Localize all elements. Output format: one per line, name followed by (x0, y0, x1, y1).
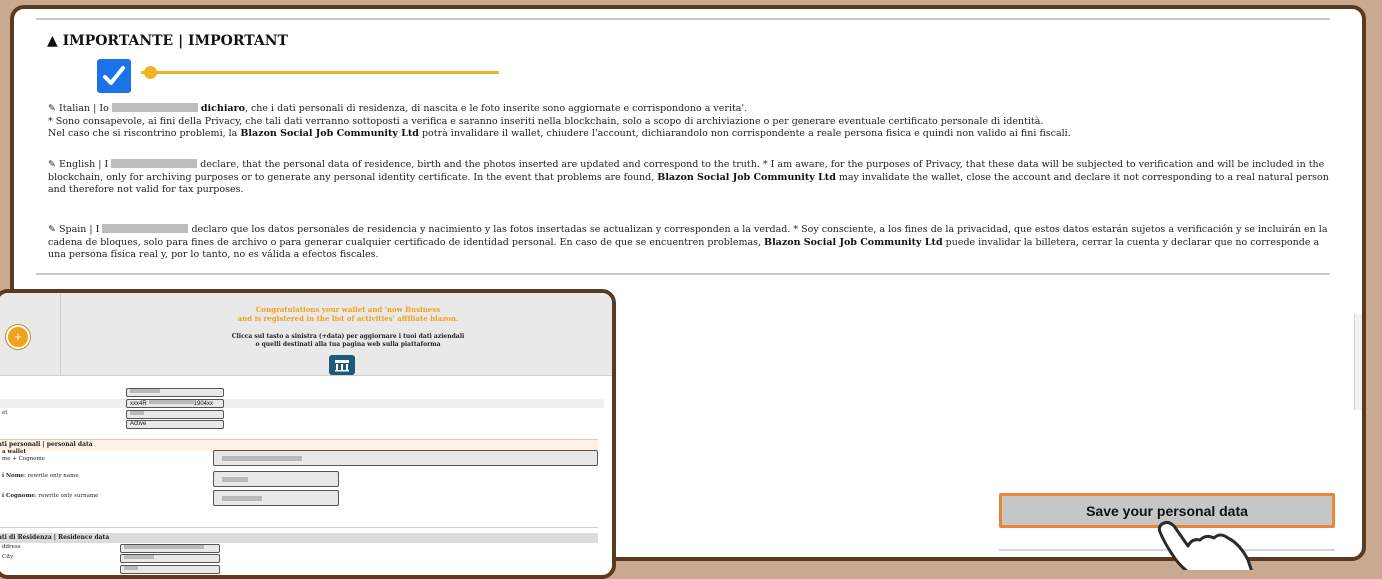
business-wallet-inset: + Congratulations your wallet and 'now B… (0, 289, 616, 579)
wallet-header: + Congratulations your wallet and 'now B… (0, 293, 612, 376)
row-stripe (0, 399, 604, 408)
status-field[interactable]: Active (126, 420, 224, 429)
cognome-label: i Cognome: rewrite only surname (2, 493, 99, 499)
english-declaration: ✎ English | I declare, that the personal… (48, 159, 1329, 196)
city-label: City (2, 554, 14, 560)
highlight-connector-dot (144, 66, 157, 79)
name-surname-label: me + Cognome (2, 456, 45, 462)
redacted-name (111, 159, 198, 168)
hand-pointer-icon: ✎ (48, 224, 56, 235)
bottom-divider (36, 273, 1330, 275)
wallet-type-field[interactable] (126, 410, 224, 419)
warning-icon: ▲ (47, 33, 58, 49)
highlight-connector-line (141, 71, 499, 74)
scrollbar[interactable] (1354, 314, 1362, 410)
checkmark-icon (103, 66, 125, 85)
address-label: ddress (2, 544, 21, 550)
personal-data-section: ati personali | personal data (0, 439, 598, 450)
congratulations-message: Congratulations your wallet and 'now Bus… (237, 305, 459, 323)
city-field[interactable] (120, 554, 220, 563)
important-title: ▲ IMPORTANTE | IMPORTANT (47, 33, 288, 49)
wallet-id-field[interactable]: xxx4R 1904xx (126, 399, 224, 408)
update-instructions: Clicca sul tasto a sinistra (+data) per … (231, 333, 465, 348)
storefront-icon (335, 360, 349, 372)
first-name-field[interactable] (213, 471, 339, 487)
wallet-name-field[interactable] (126, 388, 224, 397)
hand-pointer-icon: ✎ (48, 159, 56, 170)
spain-declaration: ✎ Spain | I declaro que los datos person… (48, 224, 1328, 261)
italian-declaration: ✎ Italian | Io dichiaro, che i dati pers… (48, 103, 1071, 140)
section-divider (0, 527, 598, 528)
hand-pointer-icon: ✎ (48, 103, 56, 114)
redacted-name (102, 224, 189, 233)
full-name-field[interactable] (213, 450, 598, 466)
wallet-name-label: a wallet (2, 449, 26, 455)
redacted-name (111, 103, 198, 112)
hand-cursor-icon (1157, 520, 1253, 570)
address-field[interactable] (120, 544, 220, 553)
declaration-checkbox[interactable] (97, 59, 131, 93)
wallet-label: et (2, 410, 8, 416)
nome-label: i Nome: rewrite only name (2, 473, 79, 479)
residence-data-section: ati di Residenza | Residence data (0, 533, 598, 543)
storefront-button[interactable] (329, 355, 355, 375)
top-divider (36, 18, 1330, 20)
surname-field[interactable] (213, 490, 339, 506)
plus-data-button[interactable]: + (6, 325, 30, 349)
header-separator (60, 293, 61, 375)
